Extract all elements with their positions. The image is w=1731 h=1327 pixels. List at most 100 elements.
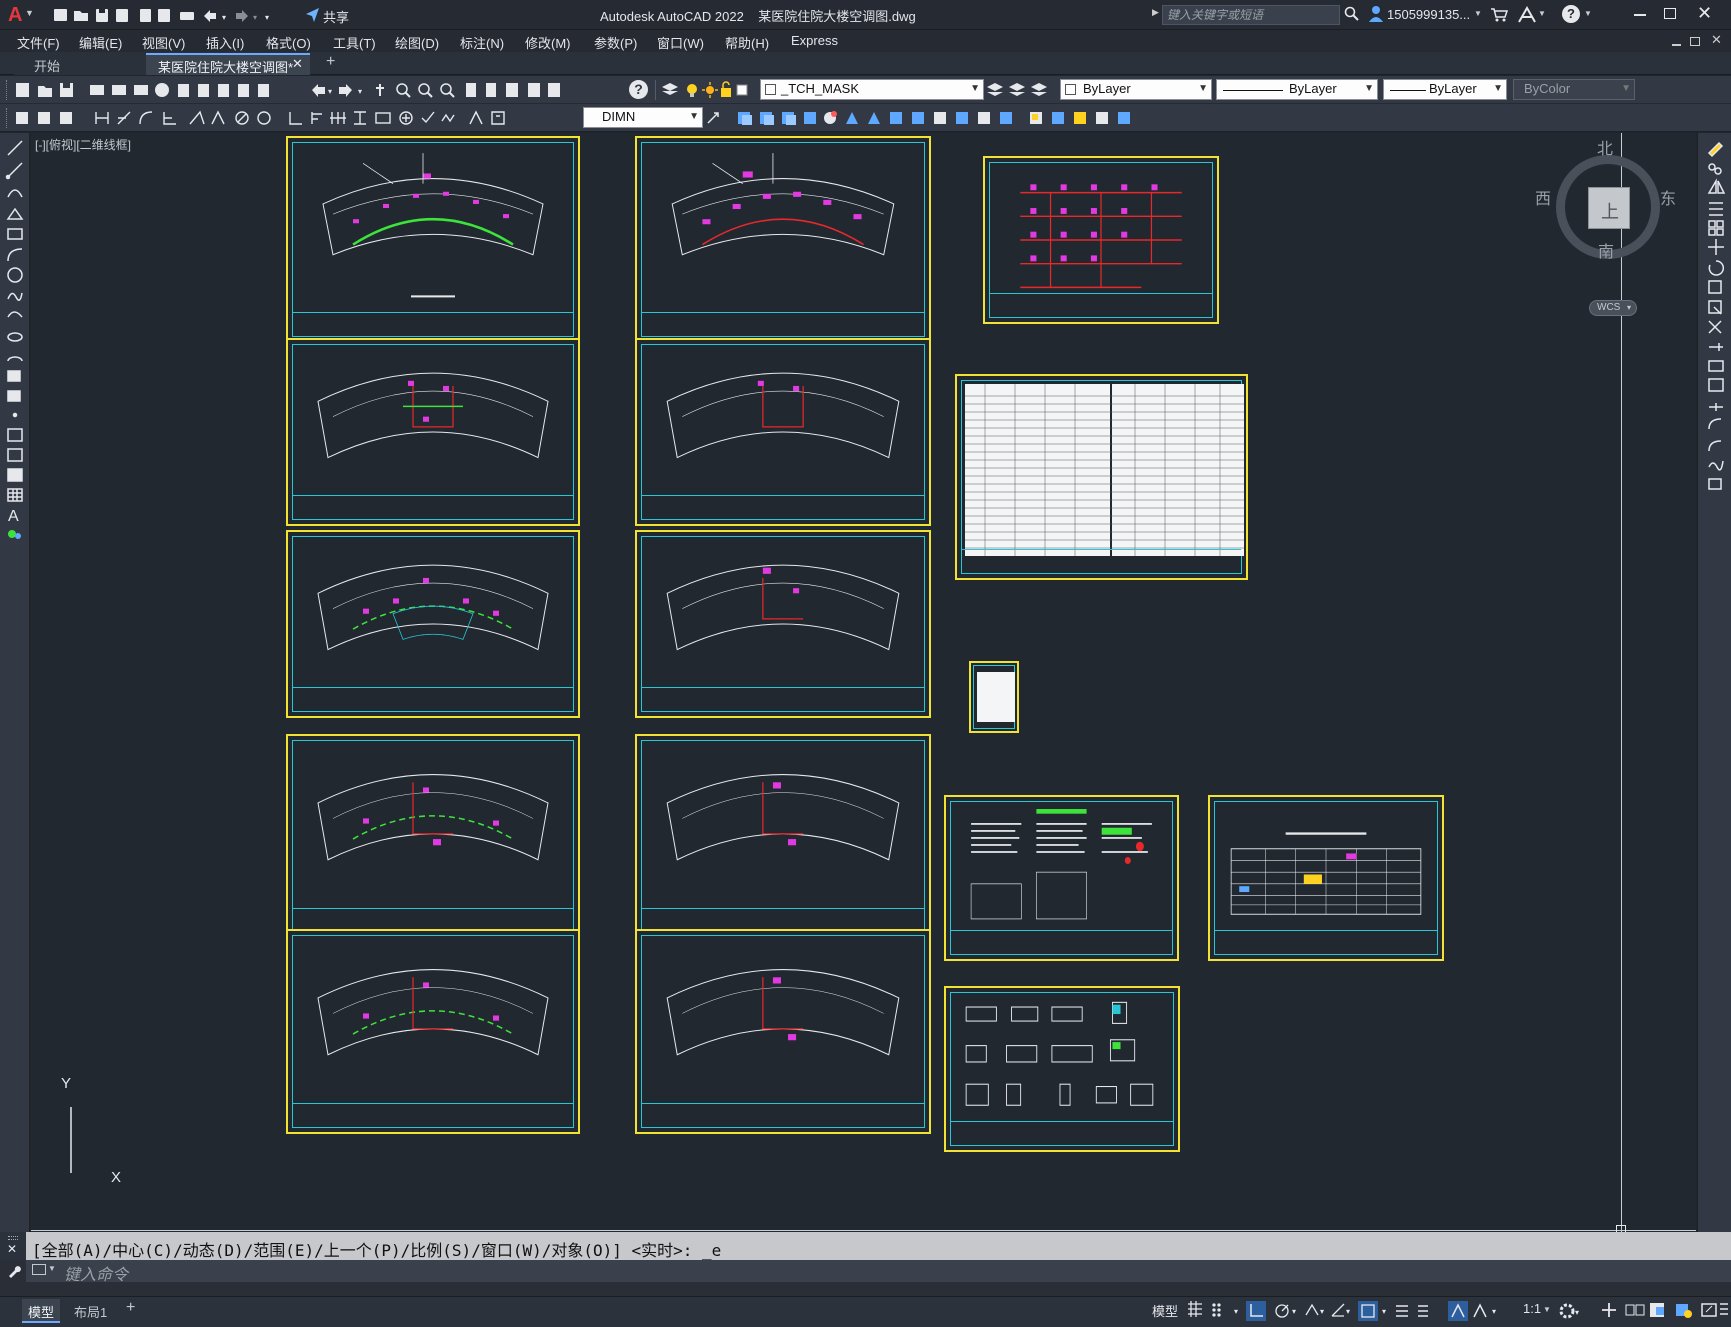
fullscreen-icon[interactable] bbox=[1700, 1301, 1720, 1321]
model-space-button[interactable]: 模型 bbox=[1152, 1301, 1178, 1320]
help-icon[interactable]: ? bbox=[1562, 5, 1580, 23]
doc-restore-icon[interactable] bbox=[1690, 37, 1700, 46]
close-icon[interactable]: ✕ bbox=[1697, 3, 1712, 24]
menu-parametric[interactable]: 参数(P) bbox=[594, 33, 637, 52]
drawing-sheet-floorplan-2[interactable] bbox=[635, 136, 931, 343]
tab-close-icon[interactable]: ✕ bbox=[292, 56, 303, 72]
tab-drawing[interactable]: 某医院住院大楼空调图* ✕ bbox=[146, 53, 310, 75]
menu-dimension[interactable]: 标注(N) bbox=[460, 33, 504, 52]
viewcube-south[interactable]: 南 bbox=[1598, 238, 1614, 262]
user-icon[interactable] bbox=[1368, 5, 1384, 23]
viewcube-east[interactable]: 东 bbox=[1660, 185, 1676, 209]
layer-tools-icons[interactable] bbox=[985, 81, 1049, 99]
command-options[interactable] bbox=[0, 1260, 26, 1282]
menu-tools[interactable]: 工具(T) bbox=[333, 33, 376, 52]
menu-express[interactable]: Express bbox=[791, 33, 838, 48]
viewcube-face[interactable]: 上 bbox=[1588, 187, 1630, 229]
add-layout-plus-icon[interactable]: + bbox=[126, 1299, 135, 1317]
doc-close-icon[interactable]: ✕ bbox=[1711, 32, 1722, 48]
scale-chevron-icon[interactable]: ▼ bbox=[1543, 1305, 1551, 1314]
search-input[interactable]: 键入关键字或短语 bbox=[1162, 5, 1340, 25]
drawing-sheet-floorplan-7[interactable] bbox=[286, 734, 580, 939]
linetype-dropdown[interactable]: ByLayer ▼ bbox=[1216, 79, 1378, 100]
drawing-sheet-detail-drawings[interactable] bbox=[944, 986, 1180, 1152]
annotation-monitor-icon[interactable] bbox=[1600, 1301, 1618, 1319]
command-input[interactable]: 键入命令 bbox=[64, 1261, 128, 1285]
layer-state-icons[interactable] bbox=[685, 81, 749, 99]
drawing-sheet-floorplan-3[interactable] bbox=[286, 338, 580, 526]
menu-format[interactable]: 格式(O) bbox=[266, 33, 311, 52]
annotation-scale[interactable]: 1:1 bbox=[1523, 1301, 1541, 1316]
drawing-sheet-floorplan-9[interactable] bbox=[286, 929, 580, 1134]
drawing-sheet-small-legend[interactable] bbox=[969, 661, 1019, 733]
search-icon[interactable] bbox=[1344, 6, 1360, 22]
customize-icon[interactable] bbox=[1718, 1301, 1730, 1321]
color-dropdown[interactable]: ByLayer ▼ bbox=[1060, 79, 1212, 100]
help-toolbar-icon[interactable]: ? bbox=[629, 80, 648, 99]
undo-redo-pan-icons[interactable]: ▾ ▾ bbox=[310, 81, 650, 99]
quick-access-toolbar[interactable]: ▾ ▾ ▾ bbox=[52, 6, 312, 26]
app-menu-chevron-icon[interactable]: ▼ bbox=[25, 8, 34, 18]
command-close-icon[interactable]: ✕ bbox=[7, 1242, 17, 1256]
menu-view[interactable]: 视图(V) bbox=[142, 33, 185, 52]
drawing-sheet-floorplan-1[interactable] bbox=[286, 136, 580, 343]
layer-dropdown-box[interactable]: _TCH_MASK ▼ bbox=[760, 79, 984, 100]
viewcube-west[interactable]: 西 bbox=[1535, 185, 1551, 209]
drawing-sheet-floorplan-10[interactable] bbox=[635, 929, 931, 1134]
drawing-sheet-equipment-schedule[interactable] bbox=[955, 374, 1248, 580]
apps-chevron-icon[interactable]: ▼ bbox=[1538, 9, 1546, 18]
menu-modify[interactable]: 修改(M) bbox=[525, 33, 571, 52]
doc-minimize-icon[interactable] bbox=[1672, 44, 1681, 46]
search-expand-icon[interactable]: ▶ bbox=[1152, 7, 1159, 18]
command-prompt-icon[interactable] bbox=[32, 1264, 46, 1275]
help-chevron-icon[interactable]: ▼ bbox=[1584, 9, 1592, 18]
drawing-sheet-legend-table[interactable] bbox=[1208, 795, 1444, 961]
menu-file[interactable]: 文件(F) bbox=[17, 33, 60, 52]
user-account[interactable]: 1505999135... bbox=[1387, 7, 1470, 22]
command-input-box[interactable]: ▼ 键入命令 bbox=[26, 1260, 1731, 1285]
plotstyle-dropdown[interactable]: ByColor ▼ bbox=[1513, 79, 1635, 100]
drawing-sheet-system-diagram[interactable] bbox=[983, 156, 1219, 324]
workspace-gear-icon[interactable]: ▾ bbox=[1558, 1301, 1582, 1321]
drafting-aids-icons[interactable]: ▾ ▾ ▾ ▾ ▾ bbox=[1186, 1301, 1446, 1323]
drawing-sheet-floorplan-6[interactable] bbox=[635, 530, 931, 718]
share-button[interactable]: 共享 bbox=[323, 7, 349, 26]
layout-tab-model[interactable]: 模型 bbox=[22, 1299, 60, 1323]
layout-tab-layout1[interactable]: 布局1 bbox=[66, 1299, 114, 1323]
quick-properties-icon[interactable] bbox=[1648, 1301, 1668, 1321]
new-tab-plus-icon[interactable]: + bbox=[326, 53, 335, 71]
account-chevron-icon[interactable]: ▼ bbox=[1474, 9, 1482, 18]
maximize-icon[interactable] bbox=[1664, 8, 1676, 19]
drawing-sheet-floorplan-5[interactable] bbox=[286, 530, 580, 718]
menu-edit[interactable]: 编辑(E) bbox=[79, 33, 122, 52]
drawing-sheet-design-notes[interactable] bbox=[944, 795, 1179, 961]
dimension-toolbar-icons[interactable] bbox=[14, 109, 574, 127]
menu-help[interactable]: 帮助(H) bbox=[725, 33, 769, 52]
menu-insert[interactable]: 插入(I) bbox=[206, 33, 244, 52]
units-icon[interactable] bbox=[1624, 1301, 1646, 1321]
autodesk-app-icon[interactable] bbox=[1517, 6, 1537, 24]
viewport-controls[interactable]: [-][俯视][二维线框] bbox=[35, 136, 131, 153]
menu-draw[interactable]: 绘图(D) bbox=[395, 33, 439, 52]
tab-start[interactable]: 开始 bbox=[14, 53, 146, 75]
command-chevron-icon[interactable]: ▼ bbox=[48, 1264, 56, 1273]
modify-toolbar-side-icons[interactable] bbox=[1706, 139, 1728, 559]
annotation-icons[interactable]: ▾ bbox=[1448, 1301, 1508, 1323]
minimize-icon[interactable] bbox=[1634, 14, 1646, 16]
standard-toolbar-icons[interactable] bbox=[14, 81, 314, 99]
share-icon[interactable] bbox=[305, 7, 321, 23]
cart-icon[interactable] bbox=[1490, 7, 1508, 23]
wrench-icon[interactable] bbox=[6, 1263, 22, 1279]
drawing-canvas[interactable]: [-][俯视][二维线框] Y X 上 北 南 东 西 WCS ▾ bbox=[31, 133, 1696, 1232]
viewcube-north[interactable]: 北 bbox=[1597, 135, 1613, 159]
menu-window[interactable]: 窗口(W) bbox=[657, 33, 704, 52]
modify-toolbar-icons[interactable] bbox=[706, 109, 1206, 127]
autocad-logo-icon[interactable]: A bbox=[8, 4, 22, 27]
drawing-sheet-floorplan-4[interactable] bbox=[635, 338, 931, 526]
lineweight-dropdown[interactable]: ByLayer ▼ bbox=[1383, 79, 1507, 100]
drawing-sheet-floorplan-8[interactable] bbox=[635, 734, 931, 939]
draw-toolbar-icons[interactable]: A bbox=[5, 139, 27, 579]
isolate-objects-icon[interactable] bbox=[1674, 1301, 1694, 1321]
dimstyle-dropdown[interactable]: DIMN ▼ bbox=[583, 107, 703, 128]
wcs-menu[interactable]: WCS ▾ bbox=[1589, 300, 1637, 316]
